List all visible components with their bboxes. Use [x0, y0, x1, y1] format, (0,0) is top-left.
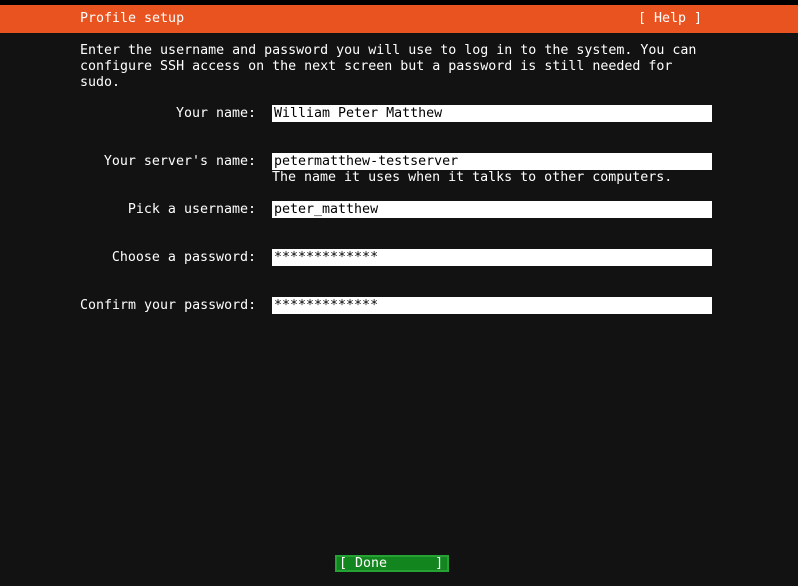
done-button[interactable]: [ Done ]	[335, 555, 449, 572]
username-input[interactable]	[272, 201, 712, 218]
server-name-helper-text: The name it uses when it talks to other …	[272, 170, 672, 186]
server-name-label: Your server's name:	[80, 153, 256, 170]
profile-setup-screen: Profile setup [ Help ] Enter the usernam…	[0, 0, 798, 586]
confirm-password-input[interactable]	[272, 297, 712, 314]
server-name-input[interactable]	[272, 153, 712, 170]
header-bar: Profile setup [ Help ]	[0, 5, 798, 33]
your-name-input[interactable]	[272, 105, 712, 122]
confirm-password-label: Confirm your password:	[80, 297, 256, 314]
password-input[interactable]	[272, 249, 712, 266]
page-title: Profile setup	[80, 5, 184, 33]
instructions-text: Enter the username and password you will…	[80, 43, 724, 91]
help-button[interactable]: [ Help ]	[638, 5, 702, 33]
password-label: Choose a password:	[80, 249, 256, 266]
username-label: Pick a username:	[80, 201, 256, 218]
your-name-label: Your name:	[80, 105, 256, 122]
